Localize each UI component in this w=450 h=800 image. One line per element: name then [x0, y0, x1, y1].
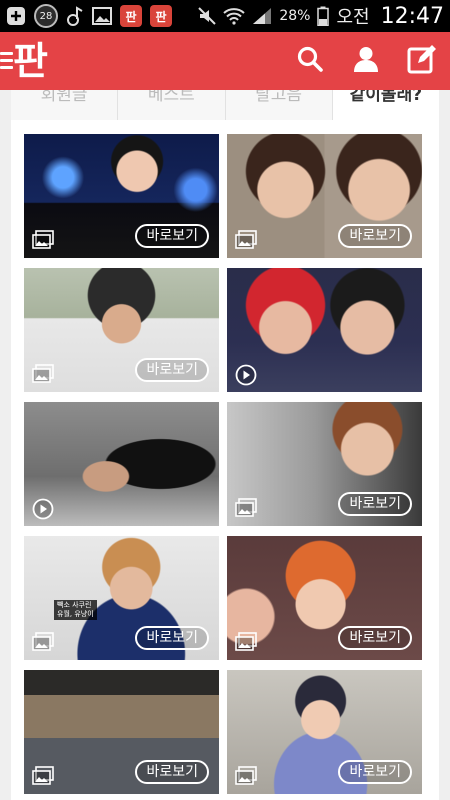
- image-type-icon: [235, 766, 257, 786]
- view-now-button[interactable]: 바로보기: [135, 358, 209, 382]
- clock-time: 12:47: [380, 3, 444, 29]
- edit-icon: [407, 44, 437, 78]
- view-now-button[interactable]: 바로보기: [338, 492, 412, 516]
- media-card[interactable]: 빽소 사쿠린 유월, 유냥이 바로보기: [24, 536, 219, 660]
- media-card[interactable]: 바로보기: [24, 134, 219, 258]
- view-now-button[interactable]: 바로보기: [338, 224, 412, 248]
- app-notification-icon: 판: [120, 5, 142, 27]
- media-card[interactable]: [227, 268, 422, 392]
- profile-button[interactable]: [338, 32, 394, 90]
- media-card[interactable]: [24, 402, 219, 526]
- thumbnail-caption: 빽소 사쿠린 유월, 유냥이: [54, 600, 97, 620]
- add-icon: [6, 6, 26, 26]
- battery-icon: [317, 6, 330, 26]
- mute-icon: [198, 7, 217, 25]
- view-now-button[interactable]: 바로보기: [135, 626, 209, 650]
- play-icon: [32, 498, 54, 520]
- image-type-icon: [32, 364, 54, 384]
- app-bar: 판: [0, 32, 450, 90]
- tab-label: 베스트: [147, 90, 195, 105]
- tab-trending[interactable]: 랄고음: [225, 90, 333, 120]
- clock-ampm: 오전: [336, 7, 370, 28]
- tab-member-posts[interactable]: 회원글: [11, 90, 119, 120]
- view-now-button[interactable]: 바로보기: [338, 760, 412, 784]
- media-card[interactable]: 바로보기: [227, 134, 422, 258]
- image-type-icon: [32, 766, 54, 786]
- wifi-icon: [223, 7, 246, 25]
- image-type-icon: [32, 230, 54, 250]
- write-button[interactable]: [394, 32, 450, 90]
- media-card[interactable]: 바로보기: [227, 670, 422, 794]
- user-icon: [352, 45, 380, 77]
- tab-bar: 회원글 베스트 랄고음 같이볼래?: [11, 90, 439, 120]
- image-type-icon: [235, 498, 257, 518]
- view-now-button[interactable]: 바로보기: [135, 760, 209, 784]
- status-bar: 28 판 판 28% 오전 12:47: [0, 0, 450, 32]
- battery-percent: 28%: [279, 8, 311, 24]
- search-icon: [296, 45, 324, 77]
- signal-icon: [252, 7, 272, 25]
- image-type-icon: [235, 230, 257, 250]
- media-card[interactable]: 바로보기: [24, 670, 219, 794]
- tab-label: 랄고음: [255, 90, 303, 105]
- media-card[interactable]: 바로보기: [24, 268, 219, 392]
- tab-watch-together[interactable]: 같이볼래?: [332, 90, 439, 120]
- tab-best[interactable]: 베스트: [118, 90, 226, 120]
- play-icon: [235, 364, 257, 386]
- search-button[interactable]: [282, 32, 338, 90]
- tab-label: 회원글: [40, 90, 88, 105]
- image-type-icon: [32, 632, 54, 652]
- gallery-icon: [92, 6, 112, 26]
- image-type-icon: [235, 632, 257, 652]
- media-grid: 바로보기 바로보기 바로보기 바로보기 빽소 사쿠린 유월, 유냥이 바로보기 …: [24, 134, 426, 794]
- view-now-button[interactable]: 바로보기: [338, 626, 412, 650]
- media-card[interactable]: 바로보기: [227, 536, 422, 660]
- app-logo[interactable]: 판: [13, 39, 48, 83]
- tab-label: 같이볼래?: [349, 90, 423, 105]
- menu-icon[interactable]: [0, 52, 13, 70]
- content-panel: 회원글 베스트 랄고음 같이볼래? 바로보기 바로보기 바로보기 바로보기 빽소…: [11, 90, 439, 800]
- music-icon: [66, 6, 84, 26]
- view-now-button[interactable]: 바로보기: [135, 224, 209, 248]
- notification-count-badge: 28: [34, 4, 58, 28]
- app-notification-icon-2: 판: [150, 5, 172, 27]
- media-card[interactable]: 바로보기: [227, 402, 422, 526]
